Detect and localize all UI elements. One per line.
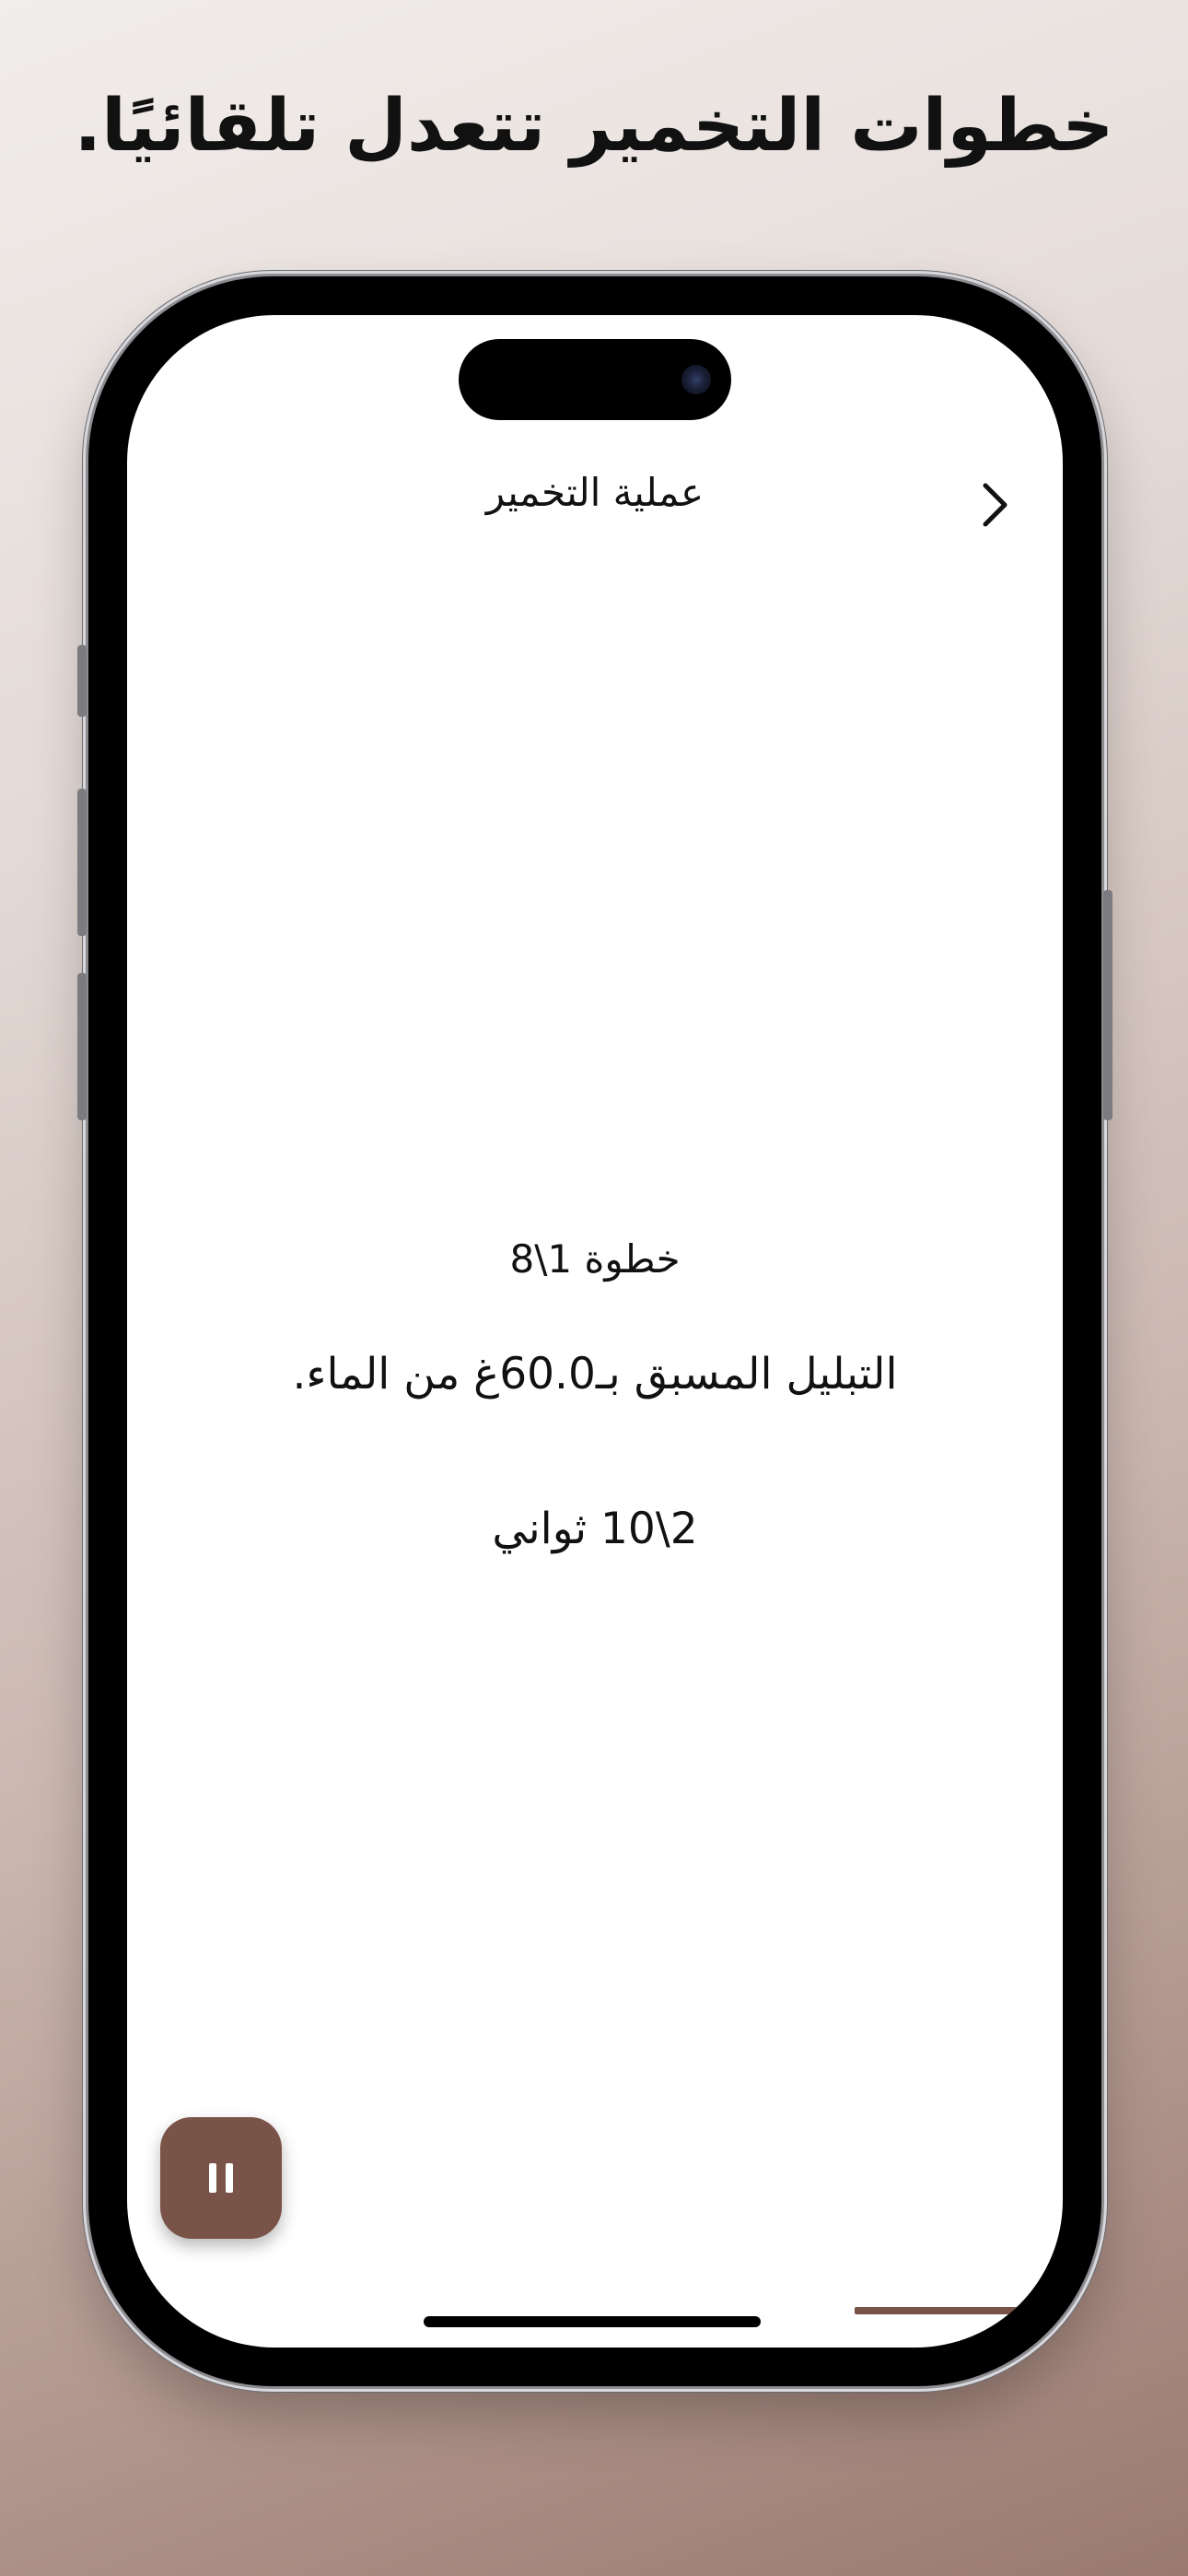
volume-down-button (77, 973, 87, 1120)
step-progress-fill (855, 2307, 1026, 2314)
camera-icon (681, 365, 711, 394)
step-progress-bar (855, 2307, 1026, 2314)
nav-title: عملية التخمير (485, 470, 705, 515)
pause-icon (204, 2163, 238, 2193)
app-screen: عملية التخمير خطوة 1\8 التبليل المسبق بـ… (127, 315, 1063, 2348)
headline: خطوات التخمير تتعدل تلقائيًا. (74, 85, 1114, 168)
chevron-right-icon[interactable] (976, 479, 1013, 531)
step-instruction: التبليل المسبق بـ60.0غ من الماء. (292, 1349, 898, 1399)
volume-up-button (77, 789, 87, 936)
step-counter: خطوة 1\8 (509, 1236, 681, 1282)
phone-frame: عملية التخمير خطوة 1\8 التبليل المسبق بـ… (77, 276, 1112, 2386)
home-indicator (424, 2316, 761, 2327)
power-button (1103, 890, 1112, 1120)
dynamic-island (459, 339, 731, 420)
pause-button[interactable] (160, 2117, 282, 2239)
step-timer: 2\10 ثواني (492, 1504, 698, 1554)
action-button (77, 645, 87, 717)
